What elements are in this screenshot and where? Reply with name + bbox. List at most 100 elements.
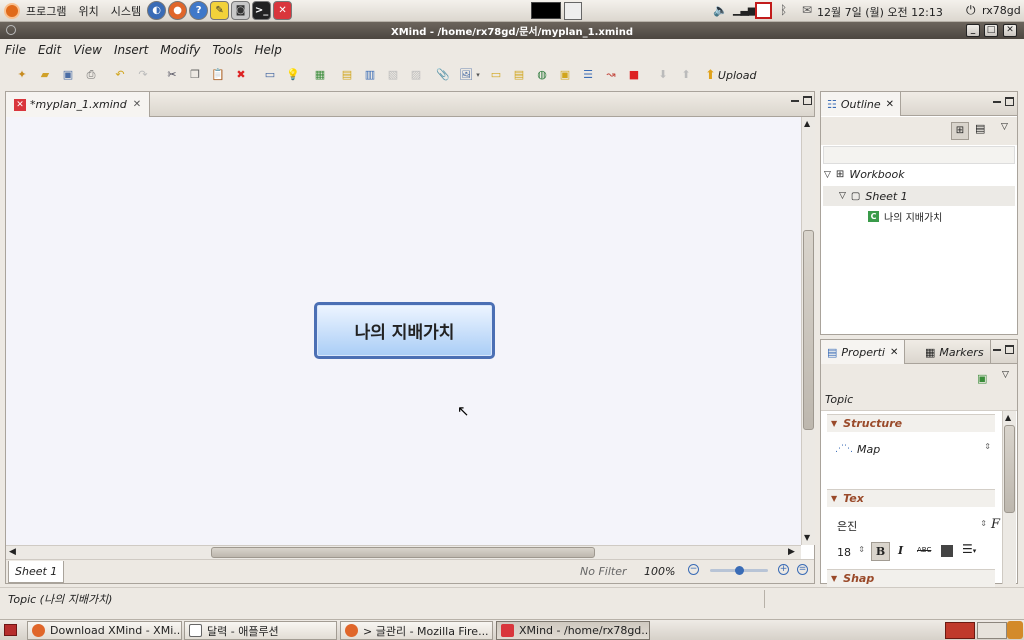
new-icon[interactable]: ✦ (14, 67, 30, 83)
image-icon[interactable]: 🖼 (458, 67, 474, 83)
volume-icon[interactable]: 🔈 (713, 3, 728, 17)
browser-launcher-icon[interactable]: ◐ (147, 1, 167, 20)
font-size-combo[interactable]: 18 ⇕ (837, 543, 865, 561)
menu-view[interactable]: View (73, 43, 102, 57)
text-section-header[interactable]: ▼ Tex (827, 489, 995, 507)
taskbar-item-download[interactable]: Download XMind - XMi... (27, 621, 182, 640)
workspace-switcher-active[interactable] (945, 622, 975, 639)
tree-item-sheet[interactable]: ▽ ▢ Sheet 1 (823, 186, 1015, 206)
idea-icon[interactable]: 💡 (285, 67, 301, 83)
copy-icon[interactable]: ❐ (187, 67, 203, 83)
notes-launcher-icon[interactable]: ✎ (210, 1, 230, 20)
text-color-icon[interactable] (941, 545, 953, 557)
undo-icon[interactable]: ↶ (112, 67, 128, 83)
camera-launcher-icon[interactable]: ◙ (231, 1, 251, 20)
drill-up-icon[interactable]: ⬆ (678, 67, 694, 83)
mindmap-canvas[interactable]: 나의 지배가치 ↖ (6, 117, 801, 545)
user-name[interactable]: rx78gd (982, 4, 1021, 17)
summary-icon[interactable]: ▤ (511, 67, 527, 83)
presentation-icon[interactable]: ▭ (262, 67, 278, 83)
maximize-button[interactable]: □ (984, 24, 998, 37)
callout-icon[interactable]: ▨ (408, 67, 424, 83)
taskbar-item-calendar[interactable]: 달력 - 애플루션 (184, 621, 337, 640)
sheet-tab[interactable]: Sheet 1 (8, 560, 65, 583)
properties-maximize-icon[interactable] (1005, 345, 1014, 354)
italic-icon[interactable]: I (898, 544, 903, 557)
menu-insert[interactable]: Insert (114, 43, 148, 57)
open-icon[interactable]: ▰ (37, 67, 53, 83)
properties-scroll-thumb[interactable] (1004, 425, 1015, 513)
taskbar-item-xmind[interactable]: XMind - /home/rx78gd... (496, 621, 650, 640)
scroll-left-icon[interactable]: ◀ (9, 547, 16, 557)
notification-icon[interactable] (755, 2, 772, 19)
hyperlink-icon[interactable]: ◍ (534, 67, 550, 83)
properties-view-menu-icon[interactable]: ▽ (1002, 370, 1009, 380)
menu-modify[interactable]: Modify (160, 43, 200, 57)
attachment-icon[interactable]: 📎 (435, 67, 451, 83)
tree-item-central-topic[interactable]: C 나의 지배가치 (868, 209, 942, 224)
tree-item-workbook[interactable]: ▽ ⊞ Workbook (824, 168, 905, 181)
horizontal-scrollbar[interactable]: ◀ ▶ (6, 545, 801, 559)
menu-help[interactable]: Help (254, 43, 281, 57)
close-button[interactable]: ✕ (1003, 24, 1017, 37)
ubuntu-logo-icon[interactable] (4, 2, 20, 19)
properties-close-icon[interactable]: ✕ (890, 347, 898, 358)
trash-icon[interactable] (1007, 621, 1023, 639)
structure-combo[interactable]: ⋰⋱ Map ⇕ (835, 440, 991, 458)
menu-applications[interactable]: 프로그램 (26, 3, 66, 19)
scroll-up-icon[interactable]: ▲ (1005, 413, 1011, 422)
horizontal-scroll-thumb[interactable] (211, 547, 595, 558)
workspace-switcher[interactable] (977, 622, 1007, 639)
zoom-slider-knob[interactable] (734, 566, 744, 575)
show-desktop-icon[interactable] (4, 624, 17, 636)
zoom-out-icon[interactable]: − (688, 564, 699, 575)
outline-list-view-icon[interactable]: ▤ (975, 122, 985, 135)
xmind-launcher-icon[interactable]: ✕ (273, 1, 293, 20)
save-icon[interactable]: ▣ (60, 67, 76, 83)
power-icon[interactable]: ⏻ (966, 3, 976, 18)
drill-down-icon[interactable]: ⬇ (655, 67, 671, 83)
label-icon[interactable]: ☰ (580, 67, 596, 83)
clock[interactable]: 12월 7일 (월) 오전 12:13 (817, 4, 943, 20)
outline-minimize-icon[interactable] (993, 101, 1001, 103)
vertical-scroll-thumb[interactable] (803, 230, 814, 430)
scroll-right-icon[interactable]: ▶ (788, 547, 795, 557)
central-topic[interactable]: 나의 지배가치 (314, 302, 495, 359)
mail-icon[interactable]: ✉ (802, 3, 812, 17)
menu-tools[interactable]: Tools (212, 43, 242, 57)
expand-icon[interactable]: ▽ (839, 191, 846, 201)
subtopic-icon[interactable]: ▥ (362, 67, 378, 83)
menu-places[interactable]: 위치 (78, 3, 98, 19)
delete-icon[interactable]: ✖ (233, 67, 249, 83)
boundary-icon[interactable]: ▭ (488, 67, 504, 83)
terminal-launcher-icon[interactable]: >_ (252, 1, 272, 20)
markers-tab[interactable]: ▦ Markers (919, 340, 991, 364)
font-combo[interactable]: 은진 ⇕ (837, 517, 987, 535)
vertical-scrollbar[interactable]: ▲ ▼ (801, 117, 815, 545)
zoom-slider[interactable] (710, 566, 768, 575)
editor-minimize-icon[interactable] (791, 100, 799, 102)
bluetooth-icon[interactable]: ᛒ (780, 3, 787, 17)
properties-minimize-icon[interactable] (993, 349, 1001, 351)
relationship-icon[interactable]: ↝ (603, 67, 619, 83)
menu-system[interactable]: 시스템 (111, 3, 141, 19)
zoom-in-icon[interactable]: + (778, 564, 789, 575)
scroll-up-icon[interactable]: ▲ (804, 119, 810, 128)
taskbar-item-firefox[interactable]: > 글관리 - Mozilla Fire... (340, 621, 493, 640)
print-icon[interactable]: ⎙ (83, 67, 99, 83)
editor-maximize-icon[interactable] (803, 96, 812, 105)
help-launcher-icon[interactable]: ? (189, 1, 209, 20)
outline-view-menu-icon[interactable]: ▽ (1001, 122, 1008, 132)
outline-close-icon[interactable]: ✕ (886, 99, 894, 110)
structure-section-header[interactable]: ▼ Structure (827, 414, 995, 432)
topic-icon[interactable]: ▤ (339, 67, 355, 83)
outline-tab[interactable]: ☷ Outline ✕ (821, 92, 902, 116)
scroll-down-icon[interactable]: ▼ (804, 533, 810, 542)
tab-close-icon[interactable]: ✕ (133, 99, 141, 110)
upload-button[interactable]: ⬆ Upload (705, 68, 756, 83)
floating-topic-icon[interactable]: ▧ (385, 67, 401, 83)
dropdown-icon[interactable]: ▾ (475, 67, 481, 83)
expand-icon[interactable]: ▽ (824, 170, 831, 180)
strikethrough-icon[interactable]: ABC (917, 546, 931, 554)
zoom-reset-icon[interactable]: = (797, 564, 808, 575)
